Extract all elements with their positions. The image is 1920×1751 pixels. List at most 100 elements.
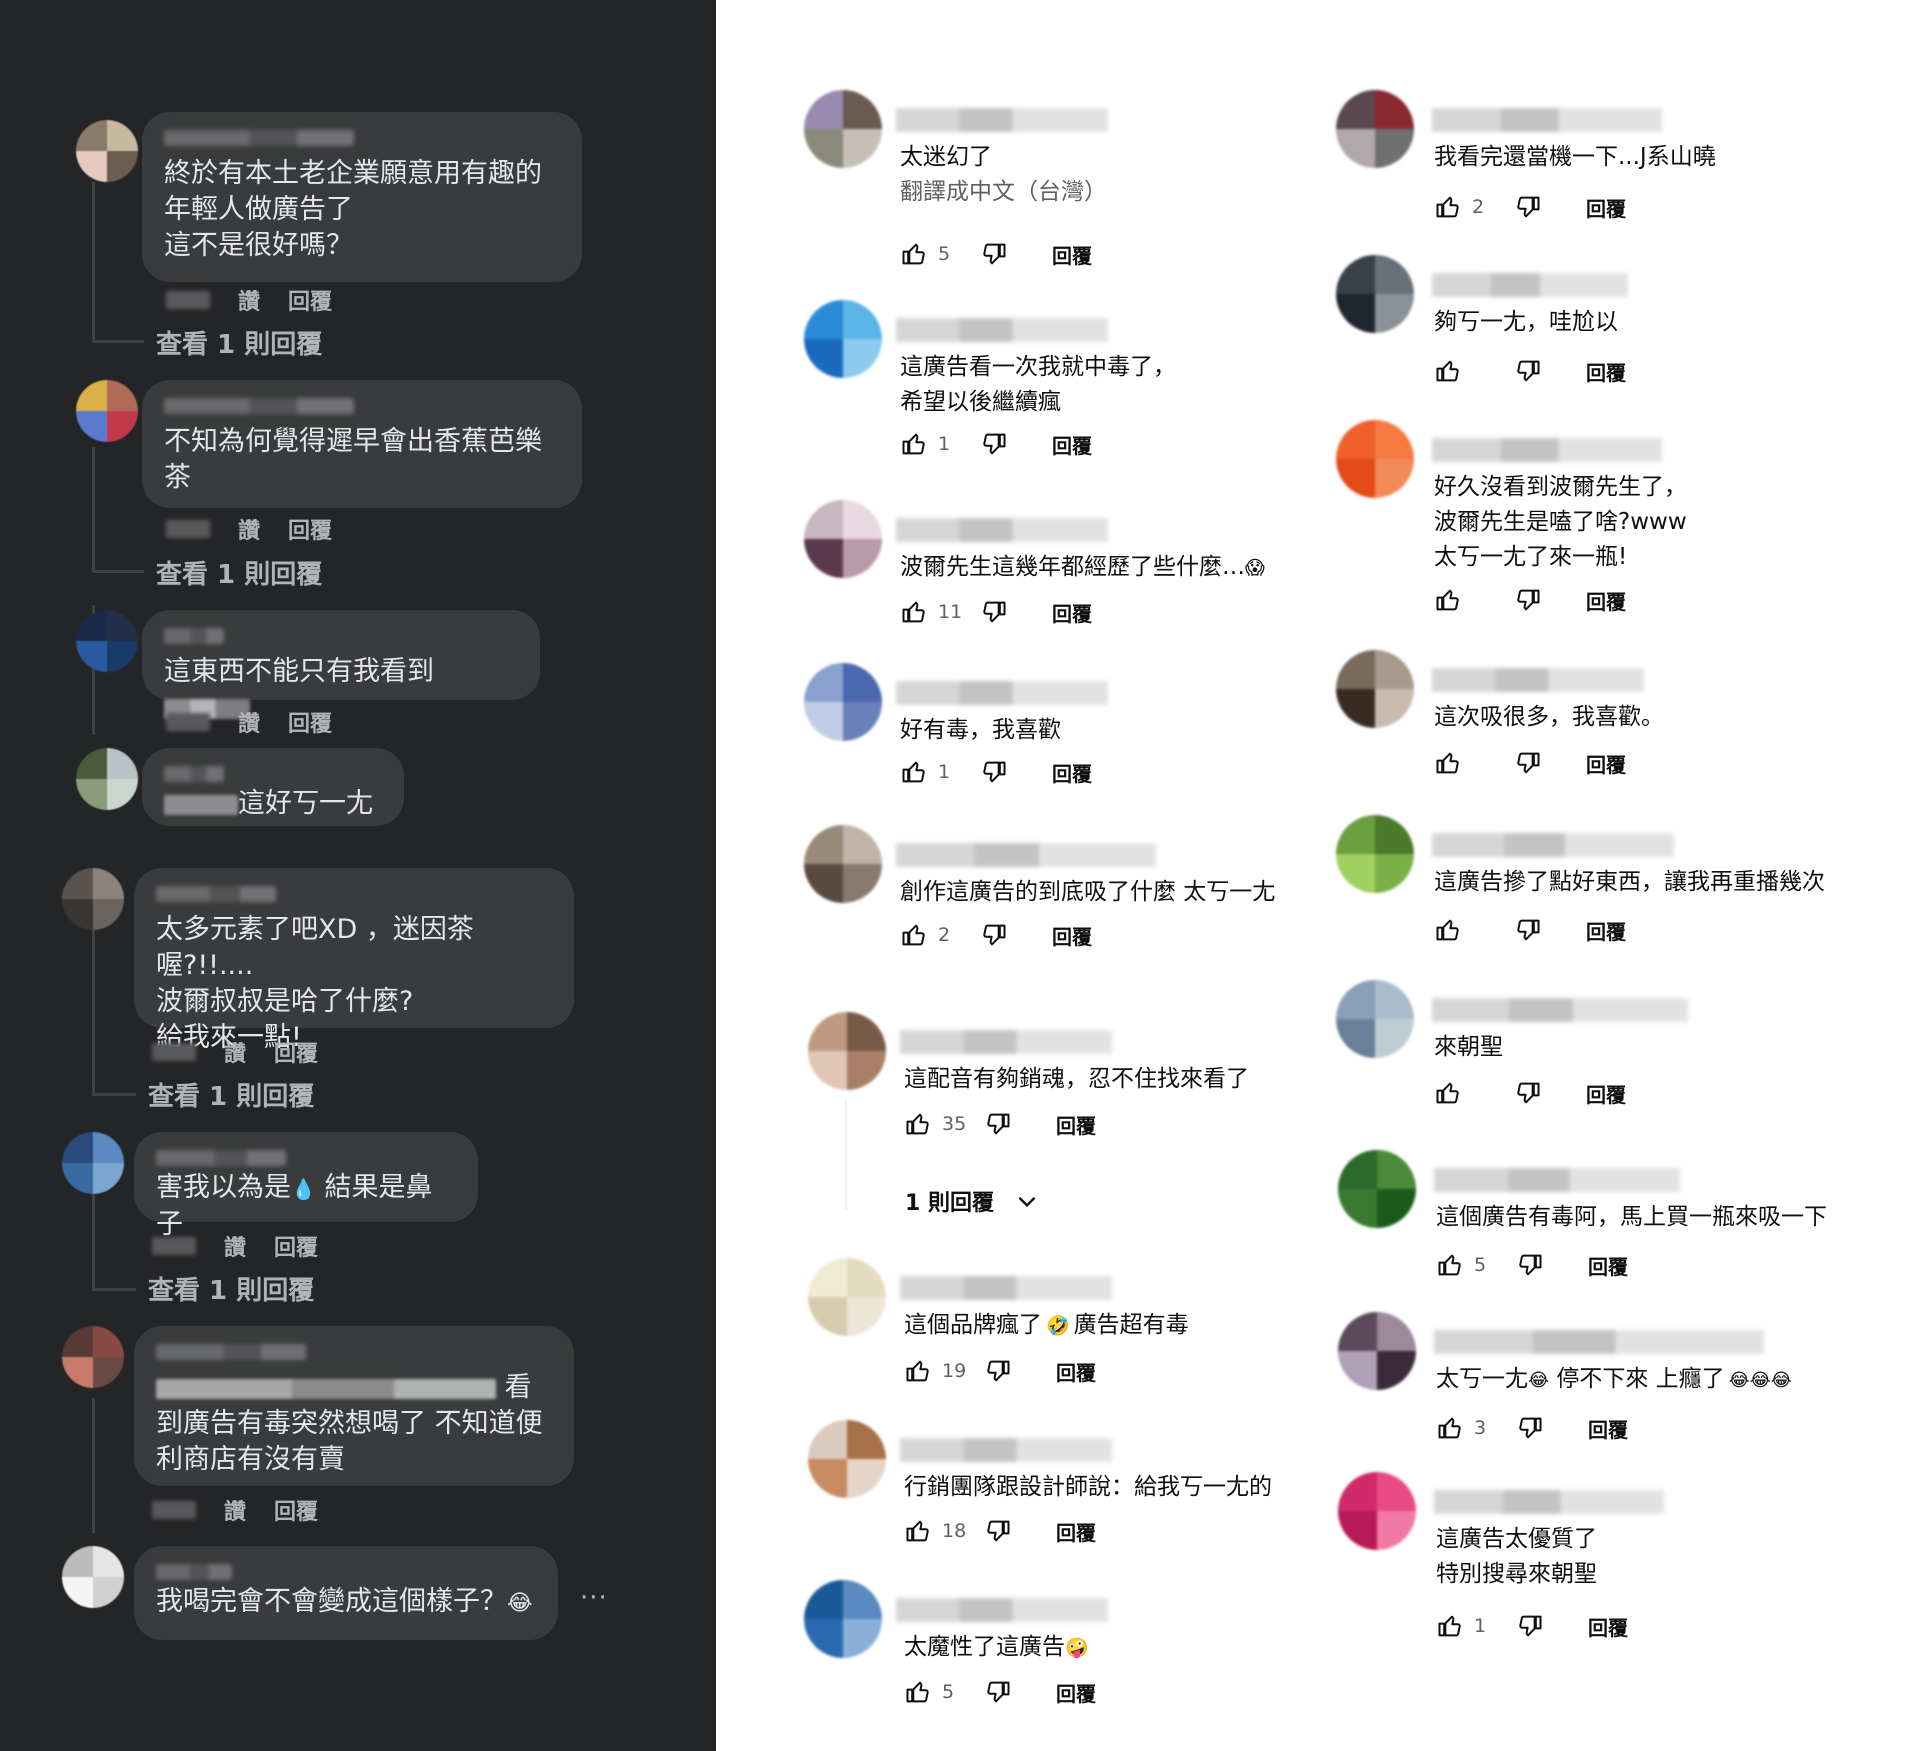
avatar[interactable] bbox=[1336, 650, 1414, 728]
comment-timestamp-redacted[interactable] bbox=[152, 1237, 196, 1255]
reply-link[interactable]: 回覆 bbox=[288, 706, 332, 738]
commenter-name-redacted[interactable] bbox=[164, 130, 354, 146]
avatar[interactable] bbox=[1336, 815, 1414, 893]
reply-button[interactable]: 回覆 bbox=[1056, 1678, 1096, 1707]
redacted-mention[interactable] bbox=[164, 794, 238, 815]
reply-link[interactable]: 回覆 bbox=[274, 1230, 318, 1262]
thumb-down-icon[interactable] bbox=[984, 1517, 1012, 1545]
view-replies-button[interactable]: 1 則回覆 bbox=[905, 1185, 1040, 1217]
reply-button[interactable]: 回覆 bbox=[1586, 193, 1626, 222]
commenter-name-redacted[interactable] bbox=[1434, 1168, 1680, 1192]
thumb-up-icon[interactable] bbox=[904, 1110, 932, 1138]
thumb-up-icon[interactable] bbox=[904, 1357, 932, 1385]
reply-button[interactable]: 回覆 bbox=[1586, 357, 1626, 386]
avatar[interactable] bbox=[76, 610, 138, 672]
reply-button[interactable]: 回覆 bbox=[1588, 1414, 1628, 1443]
commenter-name-redacted[interactable] bbox=[1432, 108, 1662, 132]
commenter-name-redacted[interactable] bbox=[1432, 438, 1662, 462]
thumb-up-icon[interactable] bbox=[900, 758, 928, 786]
commenter-name-redacted[interactable] bbox=[1432, 273, 1628, 297]
thumb-up-icon[interactable] bbox=[1434, 586, 1462, 614]
thumb-up-icon[interactable] bbox=[900, 921, 928, 949]
avatar[interactable] bbox=[808, 1420, 886, 1498]
thumb-up-icon[interactable] bbox=[1436, 1414, 1464, 1442]
thumb-down-icon[interactable] bbox=[1514, 749, 1542, 777]
thumb-up-icon[interactable] bbox=[1434, 749, 1462, 777]
thumb-up-icon[interactable] bbox=[1434, 193, 1462, 221]
reply-button[interactable]: 回覆 bbox=[1052, 921, 1092, 950]
avatar[interactable] bbox=[1336, 90, 1414, 168]
commenter-name-redacted[interactable] bbox=[896, 843, 1156, 867]
avatar[interactable] bbox=[804, 825, 882, 903]
commenter-name-redacted[interactable] bbox=[164, 628, 224, 644]
reply-link[interactable]: 回覆 bbox=[274, 1036, 318, 1068]
thumb-down-icon[interactable] bbox=[980, 598, 1008, 626]
view-replies-link[interactable]: 查看 1 則回覆 bbox=[148, 1076, 314, 1113]
view-replies-link[interactable]: 查看 1 則回覆 bbox=[148, 1270, 314, 1307]
reply-link[interactable]: 回覆 bbox=[288, 513, 332, 545]
thumb-down-icon[interactable] bbox=[980, 240, 1008, 268]
like-link[interactable]: 讚 bbox=[224, 1494, 246, 1526]
commenter-name-redacted[interactable] bbox=[896, 108, 1108, 132]
thumb-up-icon[interactable] bbox=[904, 1678, 932, 1706]
avatar[interactable] bbox=[1336, 255, 1414, 333]
thumb-up-icon[interactable] bbox=[904, 1517, 932, 1545]
avatar[interactable] bbox=[1336, 980, 1414, 1058]
thumb-up-icon[interactable] bbox=[900, 240, 928, 268]
avatar[interactable] bbox=[804, 500, 882, 578]
thumb-down-icon[interactable] bbox=[1514, 357, 1542, 385]
comment-timestamp-redacted[interactable] bbox=[152, 1043, 196, 1061]
like-link[interactable]: 讚 bbox=[238, 706, 260, 738]
avatar[interactable] bbox=[804, 663, 882, 741]
commenter-name-redacted[interactable] bbox=[900, 1438, 1112, 1462]
reply-button[interactable]: 回覆 bbox=[1586, 749, 1626, 778]
thumb-down-icon[interactable] bbox=[984, 1357, 1012, 1385]
comment-timestamp-redacted[interactable] bbox=[166, 520, 210, 538]
commenter-name-redacted[interactable] bbox=[900, 1030, 1112, 1054]
like-link[interactable]: 讚 bbox=[224, 1036, 246, 1068]
commenter-name-redacted[interactable] bbox=[156, 1564, 232, 1580]
avatar[interactable] bbox=[1338, 1150, 1416, 1228]
commenter-name-redacted[interactable] bbox=[896, 1598, 1108, 1622]
commenter-name-redacted[interactable] bbox=[156, 1344, 306, 1360]
commenter-name-redacted[interactable] bbox=[1432, 833, 1674, 857]
avatar[interactable] bbox=[808, 1012, 886, 1090]
avatar[interactable] bbox=[804, 90, 882, 168]
avatar[interactable] bbox=[76, 380, 138, 442]
avatar[interactable] bbox=[804, 300, 882, 378]
translate-link[interactable]: 翻譯成中文（台灣） bbox=[900, 179, 1107, 205]
avatar[interactable] bbox=[804, 1580, 882, 1658]
thumb-down-icon[interactable] bbox=[1516, 1612, 1544, 1640]
avatar[interactable] bbox=[1336, 420, 1414, 498]
thumb-down-icon[interactable] bbox=[980, 430, 1008, 458]
thumb-down-icon[interactable] bbox=[980, 921, 1008, 949]
thumb-down-icon[interactable] bbox=[1514, 586, 1542, 614]
thumb-down-icon[interactable] bbox=[984, 1678, 1012, 1706]
thumb-up-icon[interactable] bbox=[1436, 1612, 1464, 1640]
commenter-name-redacted[interactable] bbox=[156, 886, 276, 902]
reply-button[interactable]: 回覆 bbox=[1588, 1251, 1628, 1280]
reply-link[interactable]: 回覆 bbox=[288, 284, 332, 316]
like-link[interactable]: 讚 bbox=[238, 513, 260, 545]
thumb-up-icon[interactable] bbox=[900, 430, 928, 458]
reply-button[interactable]: 回覆 bbox=[1586, 586, 1626, 615]
reply-button[interactable]: 回覆 bbox=[1056, 1110, 1096, 1139]
reply-link[interactable]: 回覆 bbox=[274, 1494, 318, 1526]
avatar[interactable] bbox=[808, 1258, 886, 1336]
thumb-down-icon[interactable] bbox=[1516, 1414, 1544, 1442]
avatar[interactable] bbox=[62, 868, 124, 930]
thumb-down-icon[interactable] bbox=[1514, 193, 1542, 221]
commenter-name-redacted[interactable] bbox=[1434, 1330, 1764, 1354]
avatar[interactable] bbox=[62, 1546, 124, 1608]
comment-timestamp-redacted[interactable] bbox=[166, 291, 210, 309]
view-replies-link[interactable]: 查看 1 則回覆 bbox=[156, 324, 322, 361]
reply-button[interactable]: 回覆 bbox=[1056, 1517, 1096, 1546]
avatar[interactable] bbox=[1338, 1312, 1416, 1390]
commenter-name-redacted[interactable] bbox=[1434, 1490, 1664, 1514]
thumb-up-icon[interactable] bbox=[1434, 1079, 1462, 1107]
commenter-name-redacted[interactable] bbox=[164, 398, 354, 414]
reply-button[interactable]: 回覆 bbox=[1052, 758, 1092, 787]
more-options-icon[interactable]: ··· bbox=[580, 1583, 608, 1613]
comment-timestamp-redacted[interactable] bbox=[166, 713, 210, 731]
thumb-up-icon[interactable] bbox=[1434, 916, 1462, 944]
